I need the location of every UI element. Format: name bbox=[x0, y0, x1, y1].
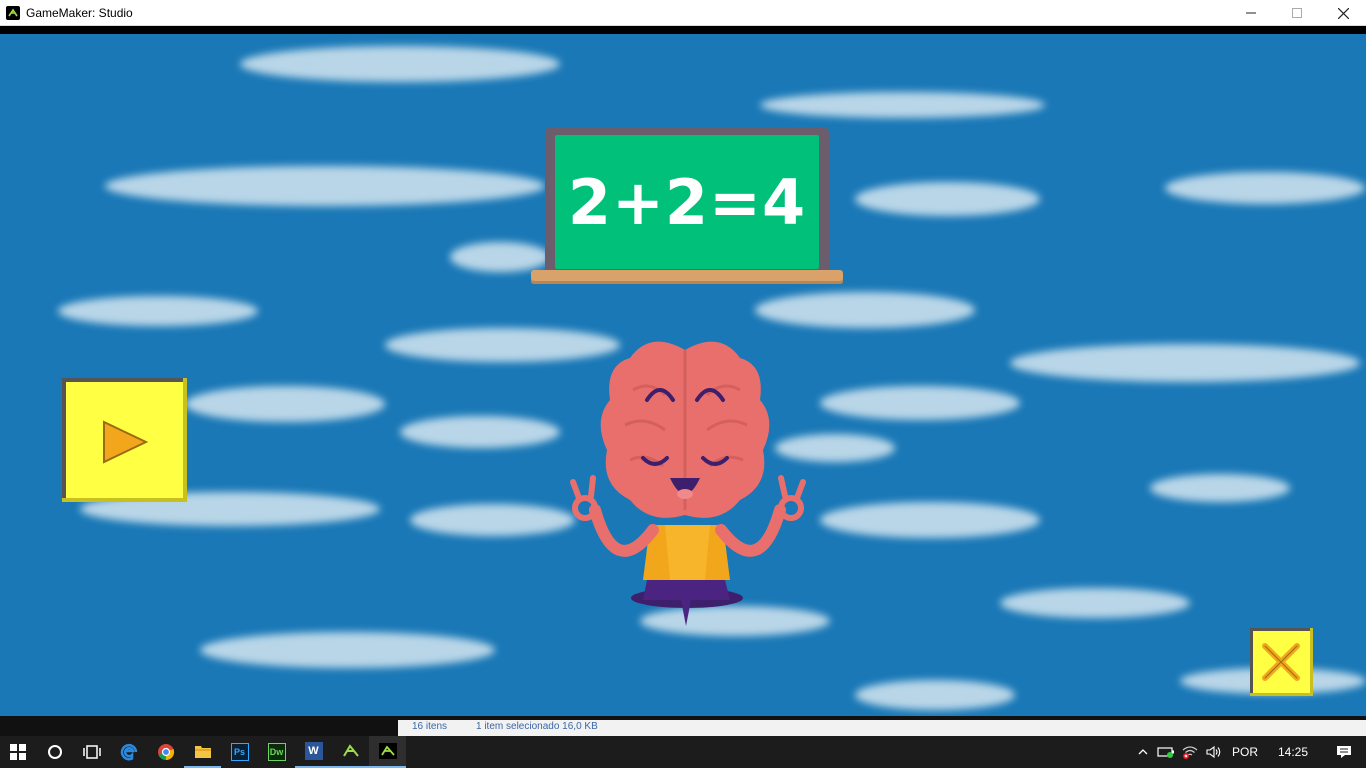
network-tray-button[interactable] bbox=[1178, 745, 1202, 759]
cloud bbox=[1000, 588, 1190, 618]
cloud bbox=[760, 92, 1045, 118]
chevron-up-icon bbox=[1138, 749, 1148, 755]
clock[interactable]: 14:25 bbox=[1264, 745, 1322, 759]
cloud bbox=[410, 504, 575, 536]
gamemaker-icon bbox=[342, 744, 359, 757]
cortana-button[interactable] bbox=[36, 736, 73, 768]
photoshop-icon-label: Ps bbox=[233, 747, 245, 757]
chrome-taskbar-button[interactable] bbox=[147, 736, 184, 768]
action-center-button[interactable] bbox=[1322, 745, 1366, 759]
gamemaker-runner-taskbar-button[interactable] bbox=[369, 736, 406, 768]
photoshop-icon: Ps bbox=[230, 743, 249, 761]
maximize-icon bbox=[1292, 8, 1302, 18]
show-hidden-icons-button[interactable] bbox=[1132, 749, 1154, 755]
edge-taskbar-button[interactable] bbox=[110, 736, 147, 768]
start-button[interactable] bbox=[0, 736, 36, 768]
cloud bbox=[1165, 172, 1365, 204]
notification-icon bbox=[1337, 746, 1351, 758]
input-language-indicator[interactable]: POR bbox=[1226, 745, 1264, 759]
play-icon bbox=[103, 420, 148, 464]
close-x-icon bbox=[1262, 643, 1300, 681]
edge-icon bbox=[120, 743, 137, 761]
cloud bbox=[1010, 344, 1360, 382]
cloud bbox=[240, 46, 560, 82]
explorer-selected-info: 1 item selecionado 16,0 KB bbox=[476, 721, 598, 732]
word-icon-label: W bbox=[308, 745, 319, 757]
exit-game-button[interactable] bbox=[1250, 628, 1313, 696]
chalkboard: 2+2=4 bbox=[545, 127, 829, 274]
chrome-icon bbox=[157, 744, 174, 761]
volume-tray-button[interactable] bbox=[1202, 745, 1226, 759]
windows-taskbar: Ps Dw W POR 14:25 bbox=[0, 736, 1366, 768]
battery-tray-button[interactable] bbox=[1154, 746, 1178, 758]
window-title: GameMaker: Studio bbox=[26, 5, 133, 20]
cloud bbox=[400, 416, 560, 448]
background-explorer-window: 16 itens 1 item selecionado 16,0 KB bbox=[0, 716, 1366, 736]
play-button[interactable] bbox=[62, 378, 187, 502]
cloud bbox=[105, 166, 545, 206]
windows-start-icon bbox=[10, 744, 26, 760]
dreamweaver-icon: Dw bbox=[267, 743, 286, 761]
chalkboard-ledge bbox=[531, 270, 843, 284]
dreamweaver-taskbar-button[interactable]: Dw bbox=[258, 736, 295, 768]
cloud bbox=[820, 386, 1020, 420]
maximize-button[interactable] bbox=[1274, 0, 1320, 26]
cloud bbox=[1150, 474, 1290, 502]
cloud bbox=[200, 632, 495, 668]
minimize-icon bbox=[1246, 12, 1256, 14]
minimize-button[interactable] bbox=[1228, 0, 1274, 26]
task-view-icon bbox=[82, 745, 101, 759]
dreamweaver-icon-label: Dw bbox=[269, 747, 284, 757]
task-view-button[interactable] bbox=[73, 736, 110, 768]
file-explorer-taskbar-button[interactable] bbox=[184, 736, 221, 768]
explorer-items-count: 16 itens bbox=[412, 721, 448, 732]
close-window-button[interactable] bbox=[1320, 0, 1366, 26]
word-taskbar-button[interactable]: W bbox=[295, 736, 332, 768]
window-top-border bbox=[0, 26, 1366, 34]
cloud bbox=[58, 296, 258, 326]
chalkboard-equation: 2+2=4 bbox=[555, 135, 819, 269]
battery-icon bbox=[1157, 747, 1174, 758]
close-icon bbox=[1337, 7, 1349, 19]
game-canvas[interactable]: 2+2=4 bbox=[0, 34, 1366, 716]
cloud bbox=[855, 680, 1015, 710]
photoshop-taskbar-button[interactable]: Ps bbox=[221, 736, 258, 768]
speaker-icon bbox=[1206, 745, 1221, 759]
window-controls bbox=[1228, 0, 1366, 26]
cloud bbox=[185, 386, 385, 422]
cloud bbox=[820, 502, 1040, 538]
gamemaker-runner-icon bbox=[378, 743, 397, 759]
meditating-brain-character bbox=[570, 341, 806, 626]
window-titlebar: GameMaker: Studio bbox=[0, 0, 1366, 26]
cortana-icon bbox=[47, 745, 62, 759]
system-tray: POR 14:25 bbox=[1132, 736, 1366, 768]
word-icon: W bbox=[304, 742, 323, 760]
explorer-statusbar: 16 itens 1 item selecionado 16,0 KB bbox=[398, 720, 1366, 736]
cloud bbox=[855, 182, 1040, 216]
folder-icon bbox=[194, 746, 211, 758]
wifi-disconnected-icon bbox=[1182, 746, 1198, 759]
gamemaker-app-icon bbox=[6, 5, 20, 20]
gamemaker-taskbar-button[interactable] bbox=[332, 736, 369, 768]
cloud bbox=[450, 242, 550, 272]
